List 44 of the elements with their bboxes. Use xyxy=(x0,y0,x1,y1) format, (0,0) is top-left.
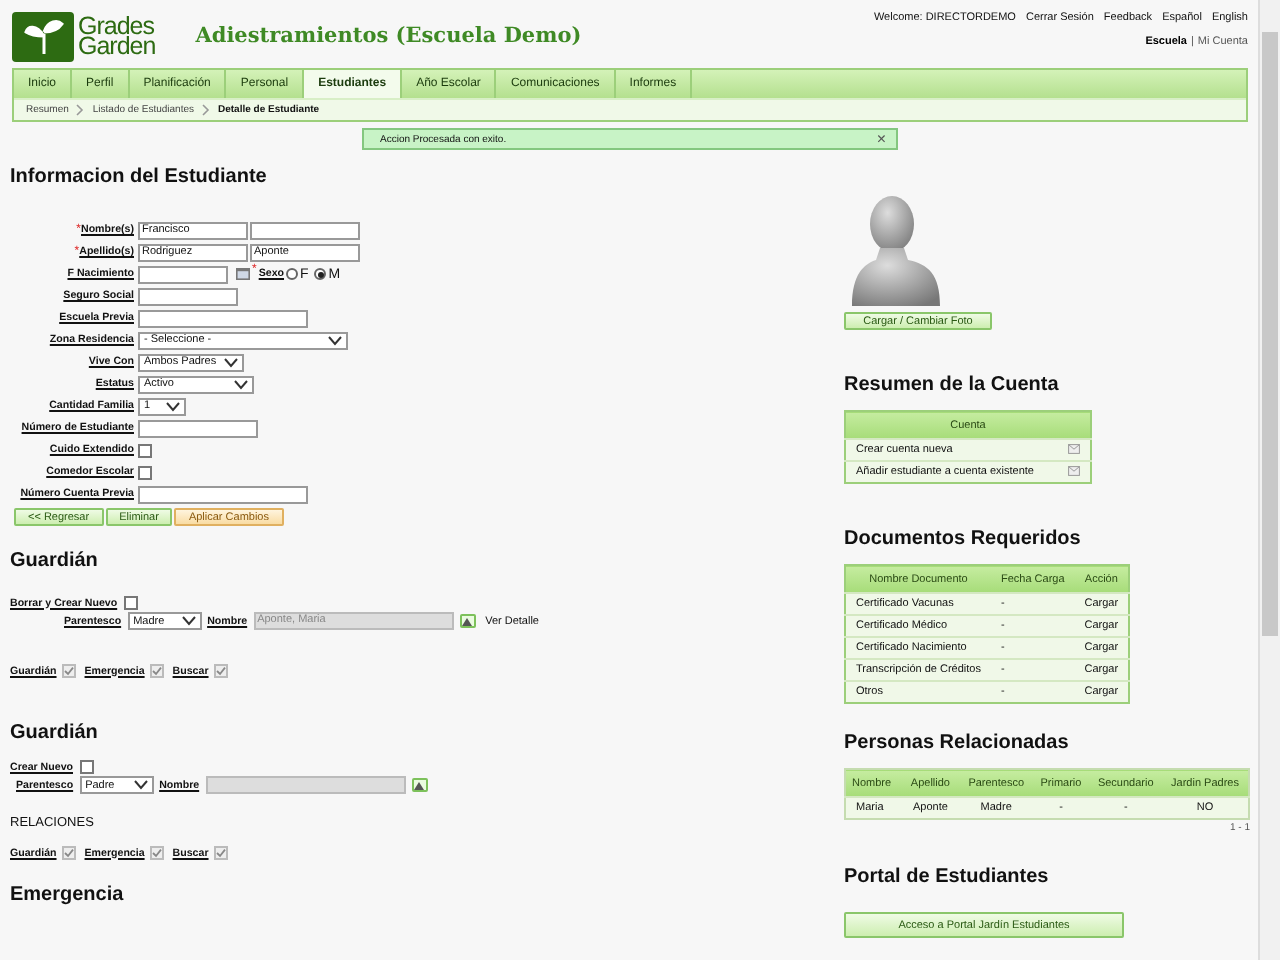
app-title: Adiestramientos (Escuela Demo) xyxy=(195,24,582,48)
checkbox[interactable] xyxy=(150,846,165,860)
section-heading: Emergencia xyxy=(10,884,126,906)
section-heading: Resumen de la Cuenta xyxy=(844,374,1061,396)
logo-text: Garden xyxy=(78,36,156,56)
chevron-icon xyxy=(202,104,210,116)
input-field[interactable] xyxy=(205,776,406,794)
caret-icon xyxy=(328,335,342,345)
checkbox[interactable] xyxy=(214,664,229,678)
section-heading: Documentos Requeridos xyxy=(844,528,1083,550)
section-heading: Guardián xyxy=(10,550,100,572)
section-heading: Personas Relacionadas xyxy=(844,732,1071,754)
checkbox[interactable] xyxy=(214,846,229,860)
calendar-icon[interactable] xyxy=(236,268,250,280)
checkbox[interactable] xyxy=(138,443,152,457)
chevron-icon xyxy=(76,104,85,116)
checkbox[interactable] xyxy=(123,596,138,610)
section-heading: Informacion del Estudiante xyxy=(10,166,269,188)
caret-icon xyxy=(181,616,196,626)
checkbox[interactable] xyxy=(79,760,93,774)
input-field[interactable] xyxy=(138,485,308,503)
checkbox[interactable] xyxy=(150,664,165,678)
radio-button[interactable] xyxy=(286,268,299,280)
lookup-button[interactable] xyxy=(459,614,476,628)
scrollbar[interactable] xyxy=(1258,0,1280,960)
input-field[interactable] xyxy=(138,265,228,283)
logo-text: Grades xyxy=(78,16,154,36)
checkbox[interactable] xyxy=(62,846,77,860)
input-field[interactable] xyxy=(138,309,308,327)
lookup-button[interactable] xyxy=(411,778,428,792)
checkbox[interactable] xyxy=(138,465,152,479)
logo-icon xyxy=(12,11,74,61)
caret-icon xyxy=(166,401,180,411)
envelope-icon[interactable] xyxy=(1068,465,1080,475)
input-field[interactable] xyxy=(138,287,238,305)
checkbox[interactable] xyxy=(62,664,77,678)
close-button[interactable]: × xyxy=(876,130,886,148)
section-heading: Portal de Estudiantes xyxy=(844,866,1051,888)
caret-icon xyxy=(133,780,148,790)
input-field[interactable] xyxy=(250,221,360,239)
section-heading: Guardián xyxy=(10,722,100,744)
input-field[interactable] xyxy=(138,419,258,437)
envelope-icon[interactable] xyxy=(1068,443,1080,453)
radio-button[interactable] xyxy=(314,268,327,280)
